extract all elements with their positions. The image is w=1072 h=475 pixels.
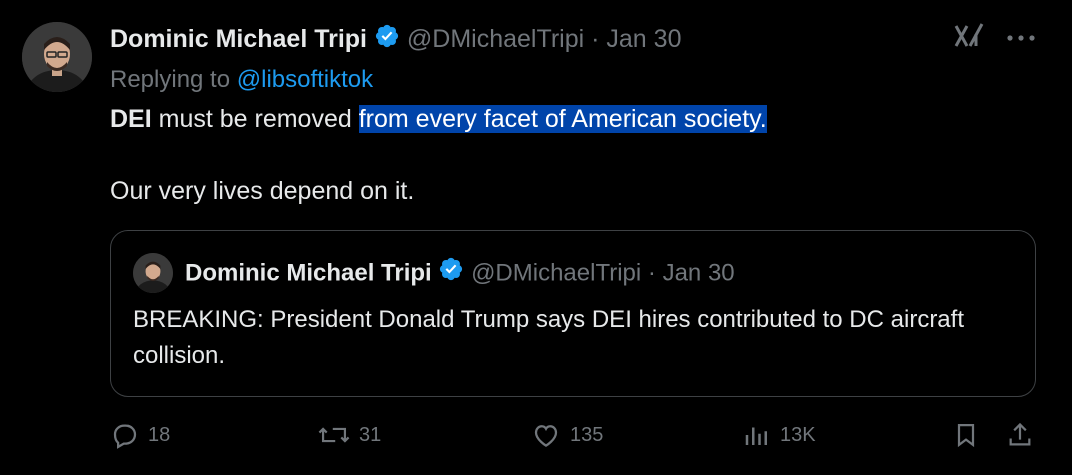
reply-count: 18 bbox=[148, 423, 171, 446]
separator-dot: · bbox=[647, 259, 656, 287]
tweet-date[interactable]: Jan 30 bbox=[606, 25, 681, 53]
like-icon bbox=[530, 420, 562, 450]
action-bar: 18 31 135 13K bbox=[110, 420, 1040, 456]
separator-dot: · bbox=[591, 25, 600, 53]
repost-button[interactable]: 31 bbox=[317, 420, 381, 450]
quoted-author-name: Dominic Michael Tripi bbox=[185, 259, 432, 287]
view-count: 13K bbox=[780, 423, 816, 446]
replying-to-line: Replying to @libsoftiktok bbox=[110, 64, 373, 96]
like-count: 135 bbox=[570, 423, 604, 446]
repost-icon bbox=[317, 420, 351, 450]
replying-prefix: Replying to bbox=[110, 66, 231, 93]
quoted-handle: @DMichaelTripi bbox=[471, 259, 642, 287]
quoted-header: Dominic Michael Tripi @DMichaelTripi · J… bbox=[185, 256, 735, 292]
reply-icon bbox=[110, 420, 140, 450]
quoted-author-avatar bbox=[133, 253, 173, 293]
quoted-date: Jan 30 bbox=[662, 259, 735, 287]
reply-button[interactable]: 18 bbox=[110, 420, 170, 450]
author-avatar[interactable] bbox=[22, 22, 92, 92]
author-name[interactable]: Dominic Michael Tripi bbox=[110, 25, 367, 53]
reply-mention-link[interactable]: @libsoftiktok bbox=[237, 66, 373, 93]
verified-icon bbox=[438, 256, 464, 292]
tweet-text-bold: DEI bbox=[110, 105, 152, 133]
share-button[interactable] bbox=[1006, 420, 1034, 450]
tweet-text-line2: Our very lives depend on it. bbox=[110, 177, 415, 205]
tweet-text-plain: must be removed bbox=[151, 105, 359, 133]
bookmark-icon bbox=[952, 420, 980, 450]
bookmark-button[interactable] bbox=[952, 420, 980, 450]
tweet-header: Dominic Michael Tripi @DMichaelTripi · J… bbox=[110, 22, 681, 58]
repost-count: 31 bbox=[359, 423, 382, 446]
grok-icon[interactable] bbox=[954, 22, 984, 55]
quoted-text: BREAKING: President Donald Trump says DE… bbox=[133, 306, 964, 369]
tweet-text-highlighted: from every facet of American society. bbox=[358, 105, 767, 133]
verified-icon bbox=[374, 23, 400, 58]
author-handle[interactable]: @DMichaelTripi bbox=[407, 25, 584, 53]
like-button[interactable]: 135 bbox=[530, 420, 603, 450]
more-icon[interactable] bbox=[1006, 30, 1036, 48]
views-icon bbox=[742, 420, 772, 450]
share-icon bbox=[1006, 420, 1034, 450]
tweet-text-line1: DEI must be removed from every facet of … bbox=[110, 101, 767, 137]
views-button[interactable]: 13K bbox=[742, 420, 816, 450]
